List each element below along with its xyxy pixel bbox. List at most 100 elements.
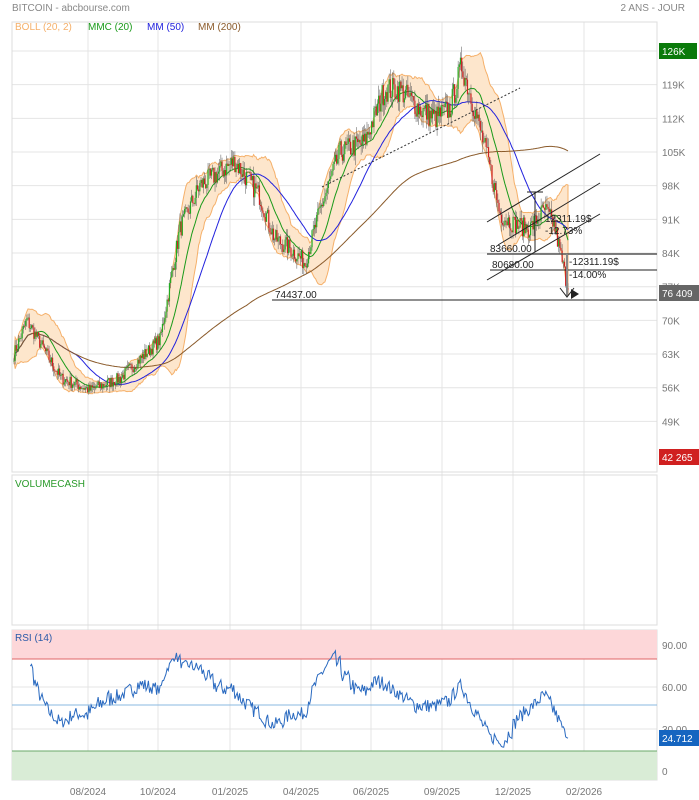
candle-body [85,387,88,389]
candle-body [490,164,492,166]
candle-body [54,370,56,372]
candle-body [97,381,99,386]
candle-body [511,230,513,233]
candle-body [78,386,81,390]
candle-body [95,387,97,389]
candle-body [233,156,235,167]
candle-body [222,170,224,177]
candle-body [443,106,445,107]
candle-body [337,159,339,164]
candle-body [14,345,16,361]
candle-body [562,261,564,263]
candle-body [113,382,116,385]
candle-body [198,189,200,192]
candle-body [163,323,165,325]
candle-body [465,78,467,80]
x-tick-label: 12/2025 [495,787,532,798]
candle-body [305,265,307,268]
candle-body [274,239,276,241]
candle-body [331,170,333,177]
candle-body [15,345,17,351]
candle-body [278,236,280,238]
candle-body [209,168,211,176]
candle-body [244,175,247,186]
rsi-overbought-zone [12,630,657,659]
candle-body [61,373,63,376]
candle-body [116,373,118,386]
rsi-tick-label: 90.00 [662,641,687,652]
candle-body [47,348,49,351]
candle-body [167,299,169,302]
candle-body [194,197,196,204]
candle-body [80,386,82,389]
date-axis: 08/2024 10/2024 01/2025 04/2025 06/2025 09/20… [70,787,603,798]
candle-body [262,210,264,214]
candle-body [348,138,351,142]
candle-body [326,187,328,193]
candle-body [147,345,150,354]
high-price-value: 126K [662,47,686,58]
candle-body [165,311,167,318]
candle-body [478,114,480,122]
candle-body [141,354,144,358]
candle-body [175,240,178,263]
candle-body [504,220,506,226]
candle-body [437,106,439,117]
candle-body [342,154,345,161]
candle-body [124,368,126,380]
y-tick-label: 63K [662,350,680,361]
candle-body [333,161,335,164]
candle-body [120,377,123,383]
candle-body [440,107,442,117]
candle-body [464,78,466,86]
candle-body [527,229,529,238]
volume-label: VOLUMECASH [15,479,85,490]
candle-body [332,163,334,171]
candle-body [328,179,331,182]
candle-body [227,163,229,166]
candle-body [67,380,69,382]
x-tick-label: 04/2025 [283,787,320,798]
range-pct: -12.73% [545,226,582,237]
candle-body [364,133,366,142]
candle-body [525,225,527,234]
candle-body [115,384,117,386]
candle-body [155,338,158,350]
candle-body [458,64,460,67]
candle-body [362,134,365,142]
candle-body [408,96,410,97]
candle-body [46,348,48,352]
candle-body [215,172,217,183]
candle-body [89,384,91,391]
candle-body [250,173,252,181]
candle-body [25,320,27,326]
candle-body [213,167,215,183]
candle-body [94,387,96,389]
candle-body [56,371,58,375]
candle-body [288,239,290,254]
candle-body [379,95,381,112]
candle-body [338,145,340,160]
candle-body [558,239,560,247]
candle-body [265,213,268,222]
chart-title: BITCOIN - abcbourse.com [12,3,130,14]
candle-body [174,262,176,270]
candle-body [344,141,346,155]
candle-body [482,130,484,143]
candle-body [77,384,79,390]
candle-body [373,107,375,128]
candle-body [170,277,172,284]
candle-body [55,370,57,372]
candle-body [122,374,124,378]
x-tick-label: 02/2026 [566,787,603,798]
candle-body [75,379,77,382]
drop-pct: -14.00% [569,270,606,281]
candle-body [429,110,431,126]
candle-body [410,92,412,96]
candle-body [519,218,521,228]
candle-body [303,263,305,269]
x-tick-label: 08/2024 [70,787,107,798]
candle-body [179,221,181,232]
rsi-polyline [29,649,569,748]
candle-body [416,103,418,117]
